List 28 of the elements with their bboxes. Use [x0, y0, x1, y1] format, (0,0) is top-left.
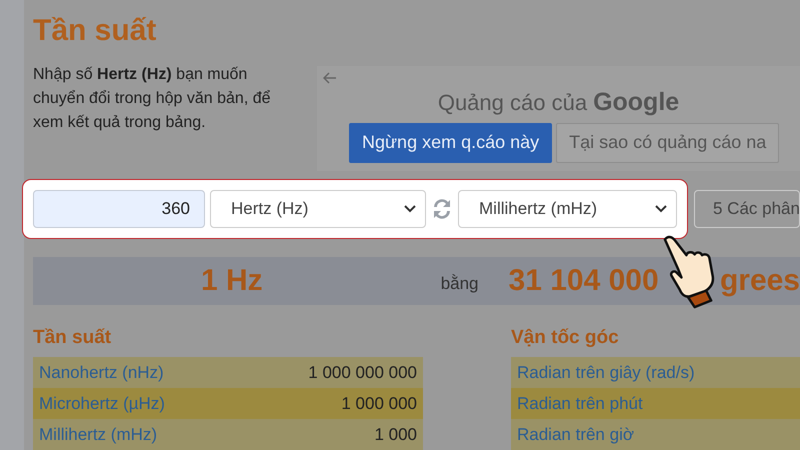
to-unit-select[interactable]: Millihertz (mHz) — [458, 190, 677, 228]
equals-text: bằng — [440, 274, 479, 294]
from-unit-select[interactable]: Hertz (Hz) — [210, 190, 426, 228]
why-ad-button[interactable]: Tại sao có quảng cáo na — [556, 122, 780, 163]
ad-label: Quảng cáo của — [438, 90, 588, 116]
section-title: Vận tốc góc — [511, 327, 620, 349]
unit-link[interactable]: Nanohertz (nHz) — [39, 362, 164, 382]
back-arrow-icon[interactable] — [323, 72, 337, 84]
result-unit-text: grees — [720, 264, 800, 298]
result-from: 1 Hz — [201, 264, 263, 298]
chevron-down-icon — [654, 204, 668, 214]
stop-ad-button[interactable]: Ngừng xem q.cáo này — [349, 122, 552, 163]
chevron-down-icon — [403, 204, 417, 214]
unit-link[interactable]: Radian trên giây (rad/s) — [517, 362, 695, 382]
unit-value: 1 000 000 — [341, 394, 417, 414]
unit-value: 1 000 — [374, 424, 417, 444]
unit-link[interactable]: Radian trên giờ — [517, 424, 634, 444]
section-title: Tần suất — [33, 327, 112, 349]
unit-link[interactable]: Millihertz (mHz) — [39, 424, 158, 444]
unit-value: 1 000 000 000 — [308, 362, 417, 382]
intro-text: Nhập số Hertz (Hz) bạn muốn chuyển đổi trong hộp văn bản, để xem kết quả trong bảng. — [33, 64, 272, 133]
page-title: Tần suất — [33, 14, 158, 49]
unit-link[interactable]: Radian trên phút — [517, 394, 643, 414]
result-to: 31 104 000 — [508, 264, 659, 298]
unit-link[interactable]: Microhertz (µHz) — [39, 394, 165, 414]
decimals-select[interactable]: 5 Các phân — [694, 190, 800, 228]
value-input[interactable]: 360 — [33, 190, 205, 228]
google-logo-text: Google — [593, 88, 680, 117]
